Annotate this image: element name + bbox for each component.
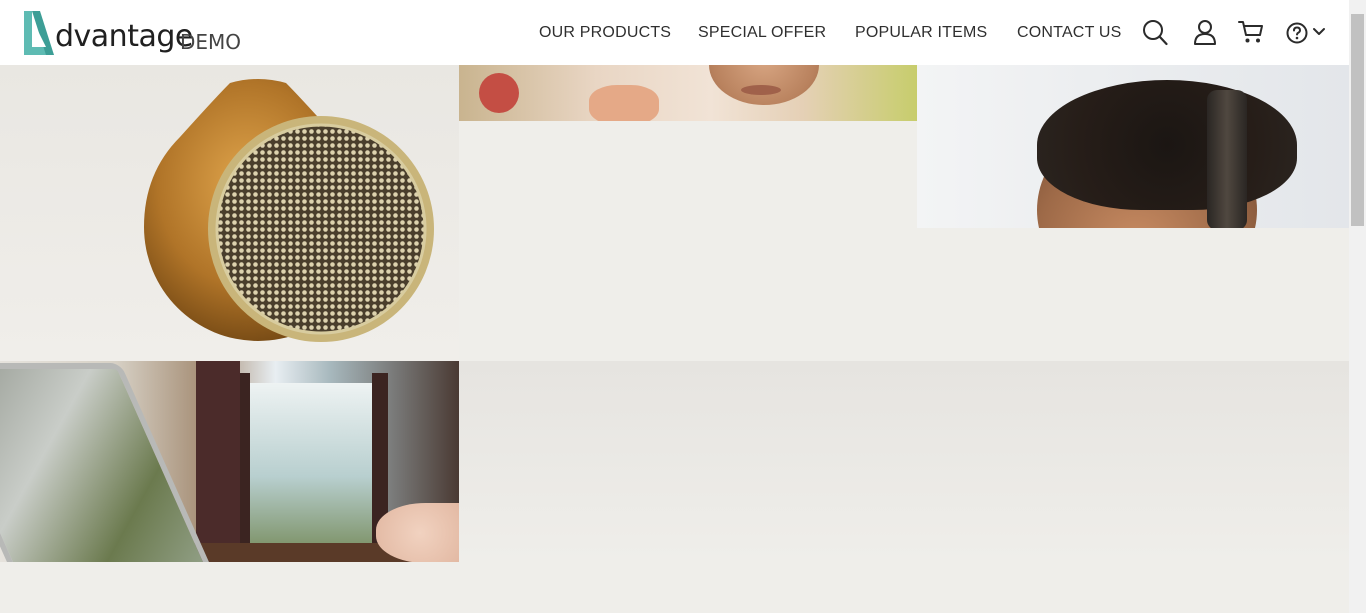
tablet-device	[0, 363, 224, 562]
woman-tile[interactable]	[459, 65, 917, 121]
window	[245, 383, 375, 553]
nav-popular-items[interactable]: POPULAR ITEMS	[855, 24, 987, 42]
site-header: dvantage DEMO OUR PRODUCTS SPECIAL OFFER…	[0, 0, 1349, 65]
scrollbar-thumb[interactable]	[1351, 14, 1364, 226]
tablet-tile[interactable]	[0, 361, 459, 562]
man-headphones-tile[interactable]	[917, 65, 1349, 228]
man-hair	[1037, 80, 1297, 210]
headphones	[1207, 90, 1247, 228]
nav-contact-us[interactable]: CONTACT US	[1017, 24, 1122, 42]
chevron-down-icon[interactable]	[1312, 27, 1326, 37]
help-icon[interactable]	[1286, 22, 1308, 44]
background-blur	[479, 73, 519, 113]
speaker-image	[144, 79, 434, 342]
woman-lips	[741, 85, 781, 95]
wall-frame	[196, 361, 240, 562]
hand	[376, 503, 459, 562]
logo-suffix: DEMO	[180, 30, 242, 54]
shoulder	[589, 85, 659, 121]
blank-tile	[459, 361, 1349, 562]
logo-text: dvantage	[55, 19, 193, 54]
window-frame-left	[240, 373, 250, 562]
nav-special-offer[interactable]: SPECIAL OFFER	[698, 24, 826, 42]
user-icon[interactable]	[1193, 19, 1217, 46]
logo-mark-icon	[24, 11, 54, 55]
cart-icon[interactable]	[1238, 19, 1264, 45]
nav-our-products[interactable]: OUR PRODUCTS	[539, 24, 671, 42]
speaker-tile[interactable]	[0, 65, 459, 361]
search-icon[interactable]	[1142, 19, 1168, 46]
